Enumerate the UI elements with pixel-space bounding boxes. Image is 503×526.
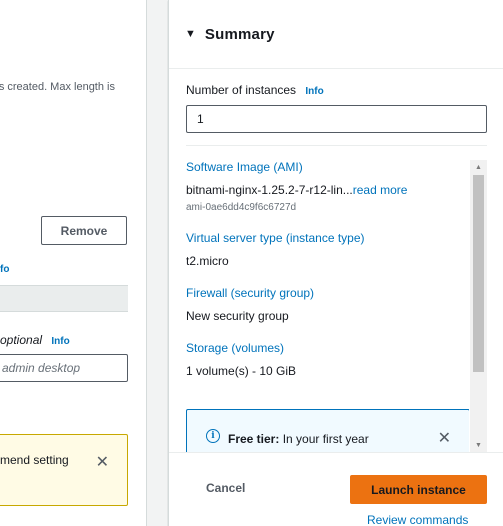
storage-item: Storage (volumes) 1 volume(s) - 10 GiB [186, 341, 469, 378]
instance-type-value: t2.micro [186, 254, 229, 268]
review-commands-link[interactable]: Review commands [367, 513, 468, 526]
scroll-up-icon[interactable]: ▲ [470, 160, 487, 174]
firewall-link[interactable]: Firewall (security group) [186, 286, 469, 300]
launch-instance-button[interactable]: Launch instance [350, 475, 487, 504]
storage-link[interactable]: Storage (volumes) [186, 341, 469, 355]
storage-value: 1 volume(s) - 10 GiB [186, 364, 297, 378]
scroll-down-icon[interactable]: ▼ [470, 438, 487, 452]
ami-link[interactable]: Software Image (AMI) [186, 160, 469, 174]
instance-type-item: Virtual server type (instance type) t2.m… [186, 231, 469, 268]
instances-label-row: Number of instances Info [186, 83, 324, 97]
instances-label: Number of instances [186, 83, 297, 97]
info-circle-icon: i [206, 429, 220, 443]
firewall-value: New security group [186, 309, 289, 323]
warning-alert: mend setting ✕ [0, 434, 128, 506]
ami-value-row: bitnami-nginx-1.25.2-7-r12-lin...read mo… [186, 183, 469, 197]
scrollbar[interactable]: ▲ ▼ [470, 160, 487, 452]
info-link-fragment[interactable]: fo [0, 264, 9, 275]
free-tier-desc: In your first year [279, 432, 369, 446]
read-more-link[interactable]: read more [353, 183, 408, 197]
instances-info-link[interactable]: Info [305, 86, 323, 97]
summary-panel: ▼ Summary Number of instances Info 1 Sof… [168, 0, 503, 526]
summary-scroll-area[interactable]: Software Image (AMI) bitnami-nginx-1.25.… [186, 160, 469, 452]
divider [186, 145, 487, 146]
free-tier-text: Free tier: In your first year [228, 432, 369, 446]
ami-value: bitnami-nginx-1.25.2-7-r12-lin... [186, 183, 353, 197]
info-link[interactable]: Info [51, 336, 69, 347]
ami-item: Software Image (AMI) bitnami-nginx-1.25.… [186, 160, 469, 213]
instance-type-link[interactable]: Virtual server type (instance type) [186, 231, 469, 245]
optional-label: optional [0, 333, 43, 347]
summary-title: Summary [204, 25, 275, 43]
caret-down-icon[interactable]: ▼ [185, 28, 196, 40]
remove-button[interactable]: Remove [41, 216, 127, 245]
launch-form-panel: is created. Max length is Remove fo opti… [0, 0, 147, 526]
instances-input[interactable]: 1 [186, 105, 487, 133]
ami-id: ami-0ae6dd4c9f6c6727d [186, 202, 297, 213]
firewall-item: Firewall (security group) New security g… [186, 286, 469, 323]
description-input[interactable]: admin desktop [0, 354, 128, 382]
name-hint-text: is created. Max length is [0, 81, 115, 93]
free-tier-alert: i Free tier: In your first year ✕ [186, 409, 469, 452]
free-tier-label: Free tier: [228, 432, 280, 446]
close-icon[interactable]: ✕ [96, 452, 109, 472]
summary-footer: Cancel Launch instance Review commands [169, 452, 503, 526]
disabled-field [0, 285, 128, 312]
cancel-button[interactable]: Cancel [206, 481, 245, 495]
summary-header[interactable]: ▼ Summary [169, 0, 503, 69]
close-icon[interactable]: ✕ [438, 428, 451, 448]
warning-text: mend setting [0, 453, 69, 467]
scrollbar-thumb[interactable] [473, 175, 484, 372]
optional-field-label: optional Info [0, 333, 70, 347]
